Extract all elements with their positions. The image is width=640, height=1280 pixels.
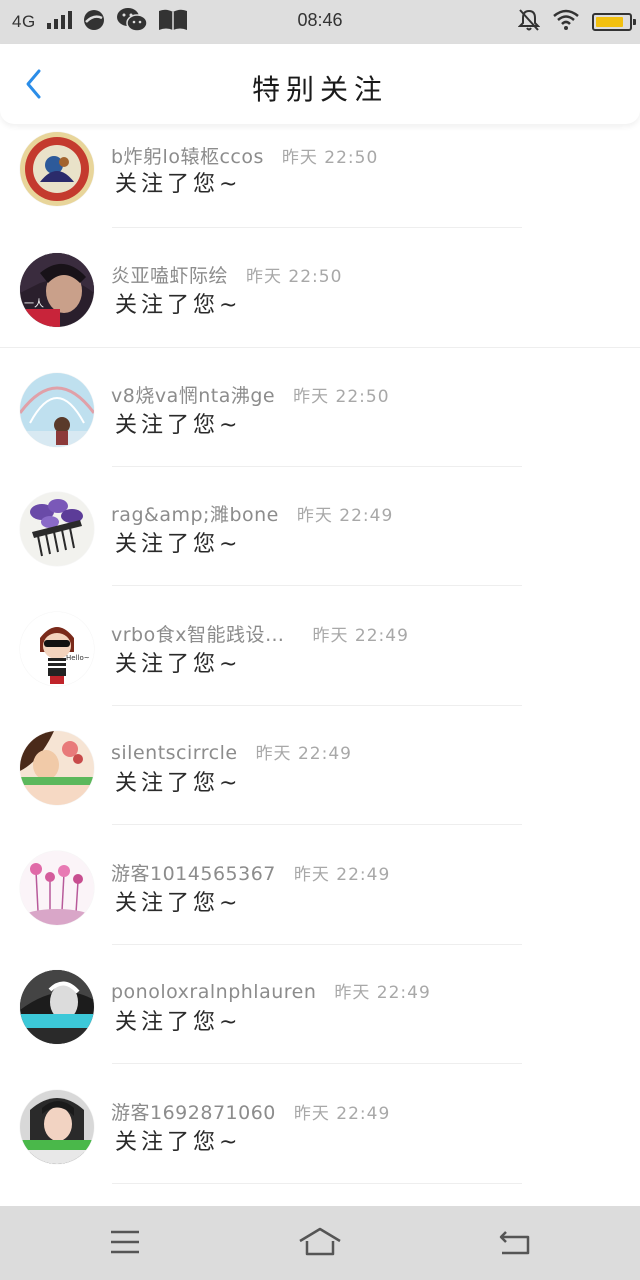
- avatar[interactable]: 一人: [20, 253, 94, 327]
- username[interactable]: silentscirrcle: [111, 742, 238, 764]
- divider: [112, 705, 522, 706]
- message-text: 关注了您~: [115, 172, 242, 197]
- svg-text:Hello~: Hello~: [66, 654, 90, 662]
- timestamp: 昨天 22:49: [255, 744, 352, 764]
- meta-row: b炸躬lo辕柩ccos 昨天 22:50: [111, 142, 378, 169]
- menu-button[interactable]: [99, 1220, 151, 1264]
- divider: [112, 1063, 522, 1064]
- header: 特别关注: [0, 44, 640, 124]
- avatar[interactable]: [20, 731, 94, 805]
- back-nav-button[interactable]: [489, 1220, 541, 1264]
- divider: [112, 944, 522, 945]
- avatar[interactable]: [20, 970, 94, 1044]
- username[interactable]: b炸躬lo辕柩ccos: [111, 142, 264, 169]
- battery-icon: [592, 13, 636, 31]
- battery-fill: [596, 17, 624, 27]
- home-icon: [299, 1227, 341, 1256]
- message-text: 关注了您~: [115, 532, 242, 557]
- list-item[interactable]: rag&amp;濉bone 昨天 22:49 关注了您~: [0, 482, 640, 601]
- meta-row: 炎亚嗑虾际绘 昨天 22:50: [111, 261, 342, 288]
- navigation-bar: [0, 1206, 640, 1280]
- username[interactable]: v8烧va惘nta沸ge: [111, 381, 275, 408]
- username[interactable]: 炎亚嗑虾际绘: [111, 261, 228, 288]
- message-text: 关注了您~: [115, 771, 242, 796]
- list-item[interactable]: 游客1692871060 昨天 22:49 关注了您~: [0, 1080, 640, 1199]
- meta-row: vrbo食x智能践设… 昨天 22:49: [111, 620, 409, 647]
- message-text: 关注了您~: [115, 1010, 242, 1035]
- timestamp: 昨天 22:50: [246, 267, 343, 287]
- meta-row: rag&amp;濉bone 昨天 22:49: [111, 500, 393, 527]
- svg-text:一人: 一人: [24, 298, 44, 310]
- list-item[interactable]: 游客1014565367 昨天 22:49 关注了您~: [0, 841, 640, 960]
- meta-row: v8烧va惘nta沸ge 昨天 22:50: [111, 381, 390, 408]
- divider: [112, 1183, 522, 1184]
- divider: [112, 227, 522, 228]
- message-text: 关注了您~: [115, 1130, 242, 1155]
- list-item[interactable]: 一人 炎亚嗑虾际绘 昨天 22:50 关注了您~: [0, 243, 640, 362]
- username[interactable]: 游客1692871060: [111, 1098, 276, 1125]
- status-bar: 4G 08:46: [0, 0, 640, 44]
- avatar[interactable]: [20, 1090, 94, 1164]
- notification-list[interactable]: b炸躬lo辕柩ccos 昨天 22:50 关注了您~ 一人 炎亚嗑虾际绘 昨天 …: [0, 124, 640, 1206]
- menu-icon: [111, 1230, 139, 1254]
- list-item[interactable]: silentscirrcle 昨天 22:49 关注了您~: [0, 721, 640, 840]
- username[interactable]: 游客1014565367: [111, 859, 276, 886]
- divider: [112, 585, 522, 586]
- message-text: 关注了您~: [115, 293, 242, 318]
- meta-row: ponoloxralnphlauren 昨天 22:49: [111, 978, 431, 1003]
- timestamp: 昨天 22:50: [281, 148, 379, 168]
- list-item[interactable]: b炸躬lo辕柩ccos 昨天 22:50 关注了您~: [0, 124, 640, 243]
- timestamp: 昨天 22:49: [296, 506, 394, 526]
- wifi-icon: [552, 9, 580, 35]
- username[interactable]: rag&amp;濉bone: [111, 500, 279, 527]
- timestamp: 昨天 22:49: [334, 983, 431, 1003]
- avatar[interactable]: [20, 373, 94, 447]
- username[interactable]: ponoloxralnphlauren: [111, 981, 316, 1003]
- avatar[interactable]: [20, 132, 94, 206]
- meta-row: 游客1014565367 昨天 22:49: [111, 859, 390, 886]
- page-title: 特别关注: [251, 73, 388, 106]
- status-right: [517, 8, 636, 36]
- list-item[interactable]: Hello~ vrbo食x智能践设… 昨天 22:49 关注了您~: [0, 602, 640, 721]
- avatar[interactable]: [20, 851, 94, 925]
- meta-row: silentscirrcle 昨天 22:49: [111, 739, 352, 764]
- divider: [0, 347, 640, 348]
- username[interactable]: vrbo食x智能践设…: [111, 620, 285, 647]
- list-item[interactable]: v8烧va惘nta沸ge 昨天 22:50 关注了您~: [0, 363, 640, 482]
- meta-row: 游客1692871060 昨天 22:49: [111, 1098, 390, 1125]
- list-item[interactable]: ponoloxralnphlauren 昨天 22:49 关注了您~: [0, 960, 640, 1079]
- divider: [112, 824, 522, 825]
- message-text: 关注了您~: [115, 652, 242, 677]
- avatar[interactable]: [20, 492, 94, 566]
- mute-icon: [517, 8, 541, 36]
- timestamp: 昨天 22:50: [293, 387, 390, 407]
- message-text: 关注了您~: [115, 891, 242, 916]
- timestamp: 昨天 22:49: [312, 626, 409, 646]
- divider: [112, 466, 522, 467]
- home-button[interactable]: [294, 1220, 346, 1264]
- timestamp: 昨天 22:49: [293, 865, 391, 885]
- return-icon: [499, 1231, 530, 1255]
- avatar[interactable]: Hello~: [20, 612, 94, 686]
- timestamp: 昨天 22:49: [293, 1104, 391, 1124]
- message-text: 关注了您~: [115, 413, 242, 438]
